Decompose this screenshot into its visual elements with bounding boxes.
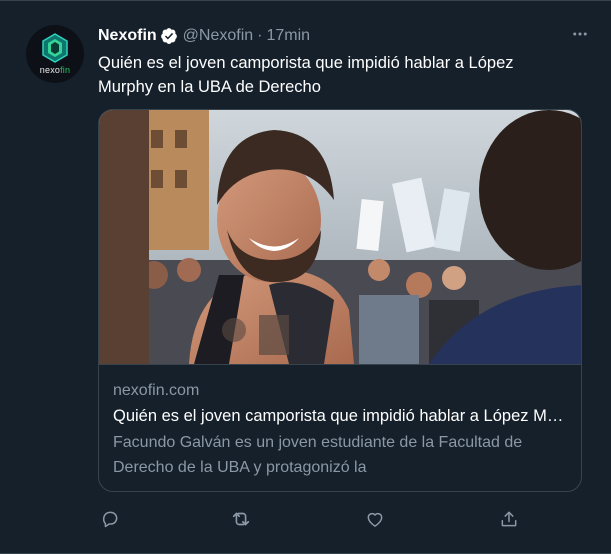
tweet-actions	[98, 506, 528, 532]
tweet[interactable]: nexofin Nexofin @Nexofin · 17min Quién e…	[0, 0, 611, 554]
nexofin-logo-icon	[42, 33, 68, 63]
tweet-timestamp[interactable]: 17min	[267, 27, 311, 45]
link-card[interactable]: nexofin.com Quién es el joven camporista…	[98, 109, 582, 492]
card-meta[interactable]: nexofin.com Quién es el joven camporista…	[99, 364, 581, 491]
more-options-icon[interactable]	[569, 23, 591, 45]
avatar-wordmark: nexofin	[39, 65, 71, 75]
card-description: Facundo Galván es un joven estudiante de…	[113, 434, 523, 476]
like-icon[interactable]	[362, 506, 388, 532]
tweet-text: Quién es el joven camporista que impidió…	[98, 54, 514, 96]
author-handle[interactable]: @Nexofin	[183, 27, 254, 45]
tweet-header: Nexofin @Nexofin · 17min	[98, 25, 591, 47]
card-domain: nexofin.com	[113, 382, 200, 399]
retweet-icon[interactable]	[228, 506, 254, 532]
card-title: Quién es el joven camporista que impidió…	[113, 407, 569, 425]
share-icon[interactable]	[496, 506, 522, 532]
avatar[interactable]: nexofin	[26, 25, 84, 83]
separator-dot: ·	[257, 27, 263, 44]
reply-icon[interactable]	[97, 506, 123, 532]
card-image[interactable]	[99, 110, 582, 364]
author-name[interactable]: Nexofin	[98, 27, 157, 45]
verified-badge-icon	[160, 28, 177, 44]
